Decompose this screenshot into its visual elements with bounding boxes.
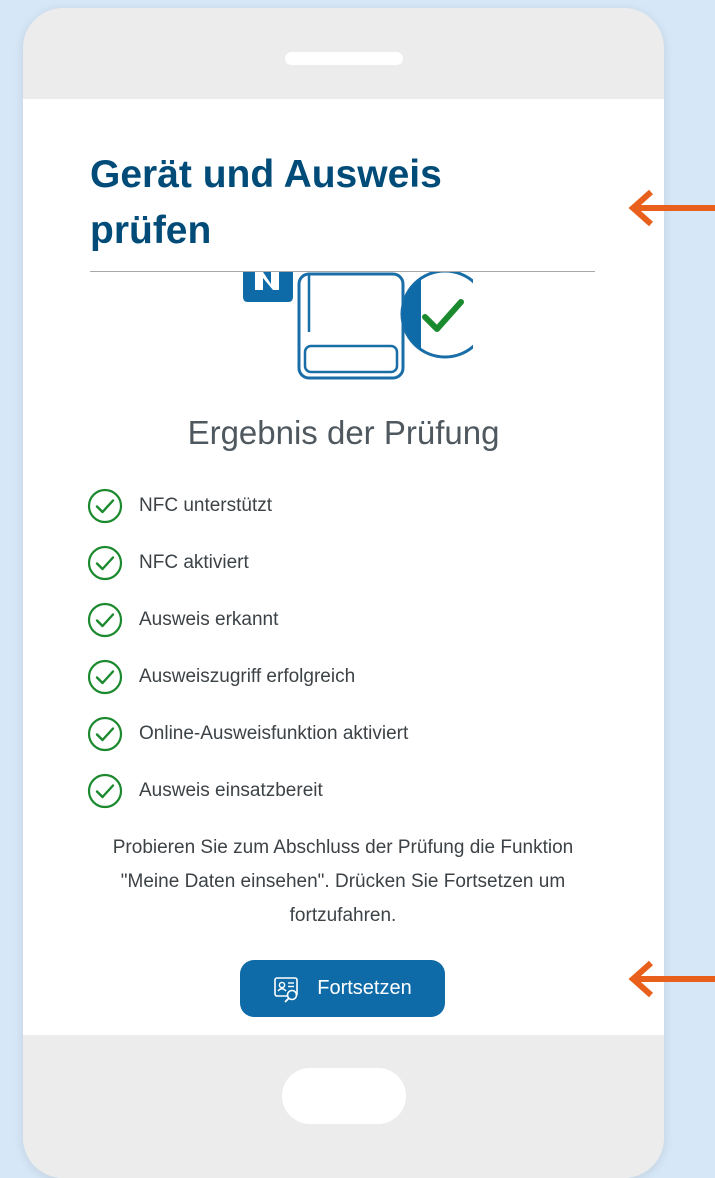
- phone-frame: Gerät und Ausweis prüfen Ergebnis der Pr…: [23, 8, 664, 1178]
- check-circle-icon: [87, 488, 123, 523]
- check-label: Ausweis erkannt: [139, 608, 279, 630]
- check-circle-icon: [87, 602, 123, 637]
- annotation-arrow-icon: [628, 189, 715, 227]
- check-circle-icon: [87, 773, 123, 808]
- check-label: Ausweiszugriff erfolgreich: [139, 665, 356, 687]
- continue-button[interactable]: Fortsetzen: [240, 960, 445, 1017]
- phone-outline-icon: [297, 272, 405, 380]
- check-label: NFC unterstützt: [139, 494, 273, 516]
- check-item-nfc-supported: NFC unterstützt: [87, 477, 408, 534]
- check-item-id-detected: Ausweis erkannt: [87, 591, 408, 648]
- check-circle-icon: [87, 716, 123, 751]
- page-title: Gerät und Ausweis prüfen: [90, 153, 442, 252]
- check-item-id-access: Ausweiszugriff erfolgreich: [87, 648, 408, 705]
- nfc-card-icon: [243, 272, 293, 302]
- phone-home-button: [282, 1068, 406, 1124]
- id-card-search-icon: [274, 976, 299, 1002]
- annotation-arrow-icon: [628, 960, 715, 998]
- check-circle-icon: [87, 545, 123, 580]
- check-item-id-ready: Ausweis einsatzbereit: [87, 762, 408, 819]
- check-label: Online-Ausweisfunktion aktiviert: [139, 722, 409, 744]
- check-item-nfc-activated: NFC aktiviert: [87, 534, 408, 591]
- check-list: NFC unterstützt NFC aktiviert Ausweis er…: [87, 477, 408, 819]
- check-label: NFC aktiviert: [139, 551, 249, 573]
- device-check-illustration: [243, 272, 473, 380]
- check-label: Ausweis einsatzbereit: [139, 779, 323, 801]
- check-circle-icon: [87, 659, 123, 694]
- app-screen: Gerät und Ausweis prüfen Ergebnis der Pr…: [23, 99, 664, 1035]
- info-text: Probieren Sie zum Abschluss der Prüfung …: [112, 837, 574, 926]
- phone-speaker: [285, 52, 403, 65]
- continue-button-label: Fortsetzen: [317, 977, 412, 999]
- check-item-online-id: Online-Ausweisfunktion aktiviert: [87, 705, 408, 762]
- result-heading: Ergebnis der Prüfung: [187, 414, 500, 451]
